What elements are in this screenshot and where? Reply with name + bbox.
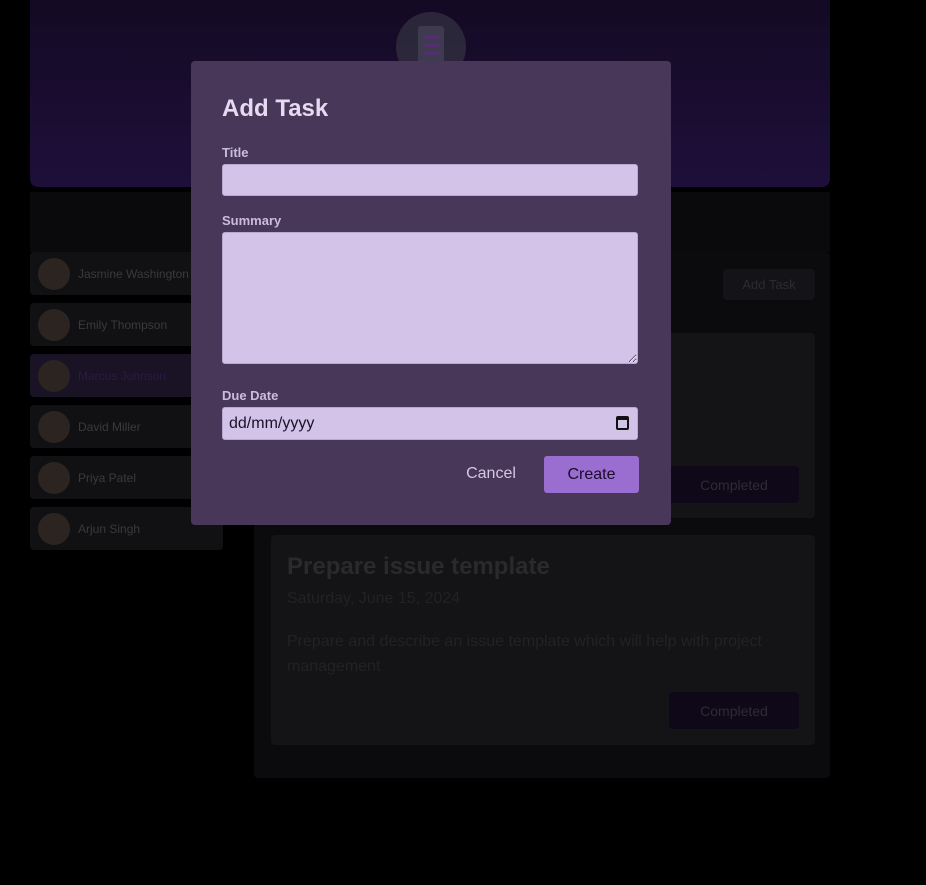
app-page: Jasmine Washington Emily Thompson Marcus… <box>0 0 926 885</box>
member-name: Jasmine Washington <box>78 266 189 281</box>
completed-button[interactable]: Completed <box>669 466 799 503</box>
avatar <box>38 410 70 443</box>
task-title: Prepare issue template <box>287 553 550 580</box>
due-date-placeholder: dd/mm/yyyy <box>229 414 315 432</box>
task-date: Saturday, June 15, 2024 <box>287 590 461 607</box>
task-summary: Prepare and describe an issue template w… <box>287 633 762 675</box>
summary-label: Summary <box>222 213 282 228</box>
avatar <box>38 257 70 290</box>
avatar <box>38 359 70 392</box>
title-input[interactable] <box>222 164 638 196</box>
cancel-button[interactable]: Cancel <box>453 457 529 491</box>
summary-textarea[interactable] <box>222 232 638 364</box>
add-task-modal: Add Task Title Summary Due Date dd/mm/yy… <box>191 61 671 525</box>
member-name: Arjun Singh <box>78 521 141 536</box>
member-name: Marcus Johnson <box>78 368 167 383</box>
calendar-icon[interactable] <box>616 416 629 430</box>
member-name: David Miller <box>78 419 141 434</box>
member-name: Emily Thompson <box>78 317 168 332</box>
title-label: Title <box>222 145 249 160</box>
avatar <box>38 461 70 494</box>
add-task-button[interactable]: Add Task <box>723 269 815 300</box>
task-card: Prepare issue template Saturday, June 15… <box>271 535 815 745</box>
member-name: Priya Patel <box>78 470 137 485</box>
due-date-label: Due Date <box>222 388 279 403</box>
avatar <box>38 308 70 341</box>
completed-button[interactable]: Completed <box>669 692 799 729</box>
modal-heading: Add Task <box>222 95 329 122</box>
create-button[interactable]: Create <box>544 456 639 493</box>
avatar <box>38 512 70 545</box>
due-date-input[interactable]: dd/mm/yyyy <box>222 407 638 440</box>
